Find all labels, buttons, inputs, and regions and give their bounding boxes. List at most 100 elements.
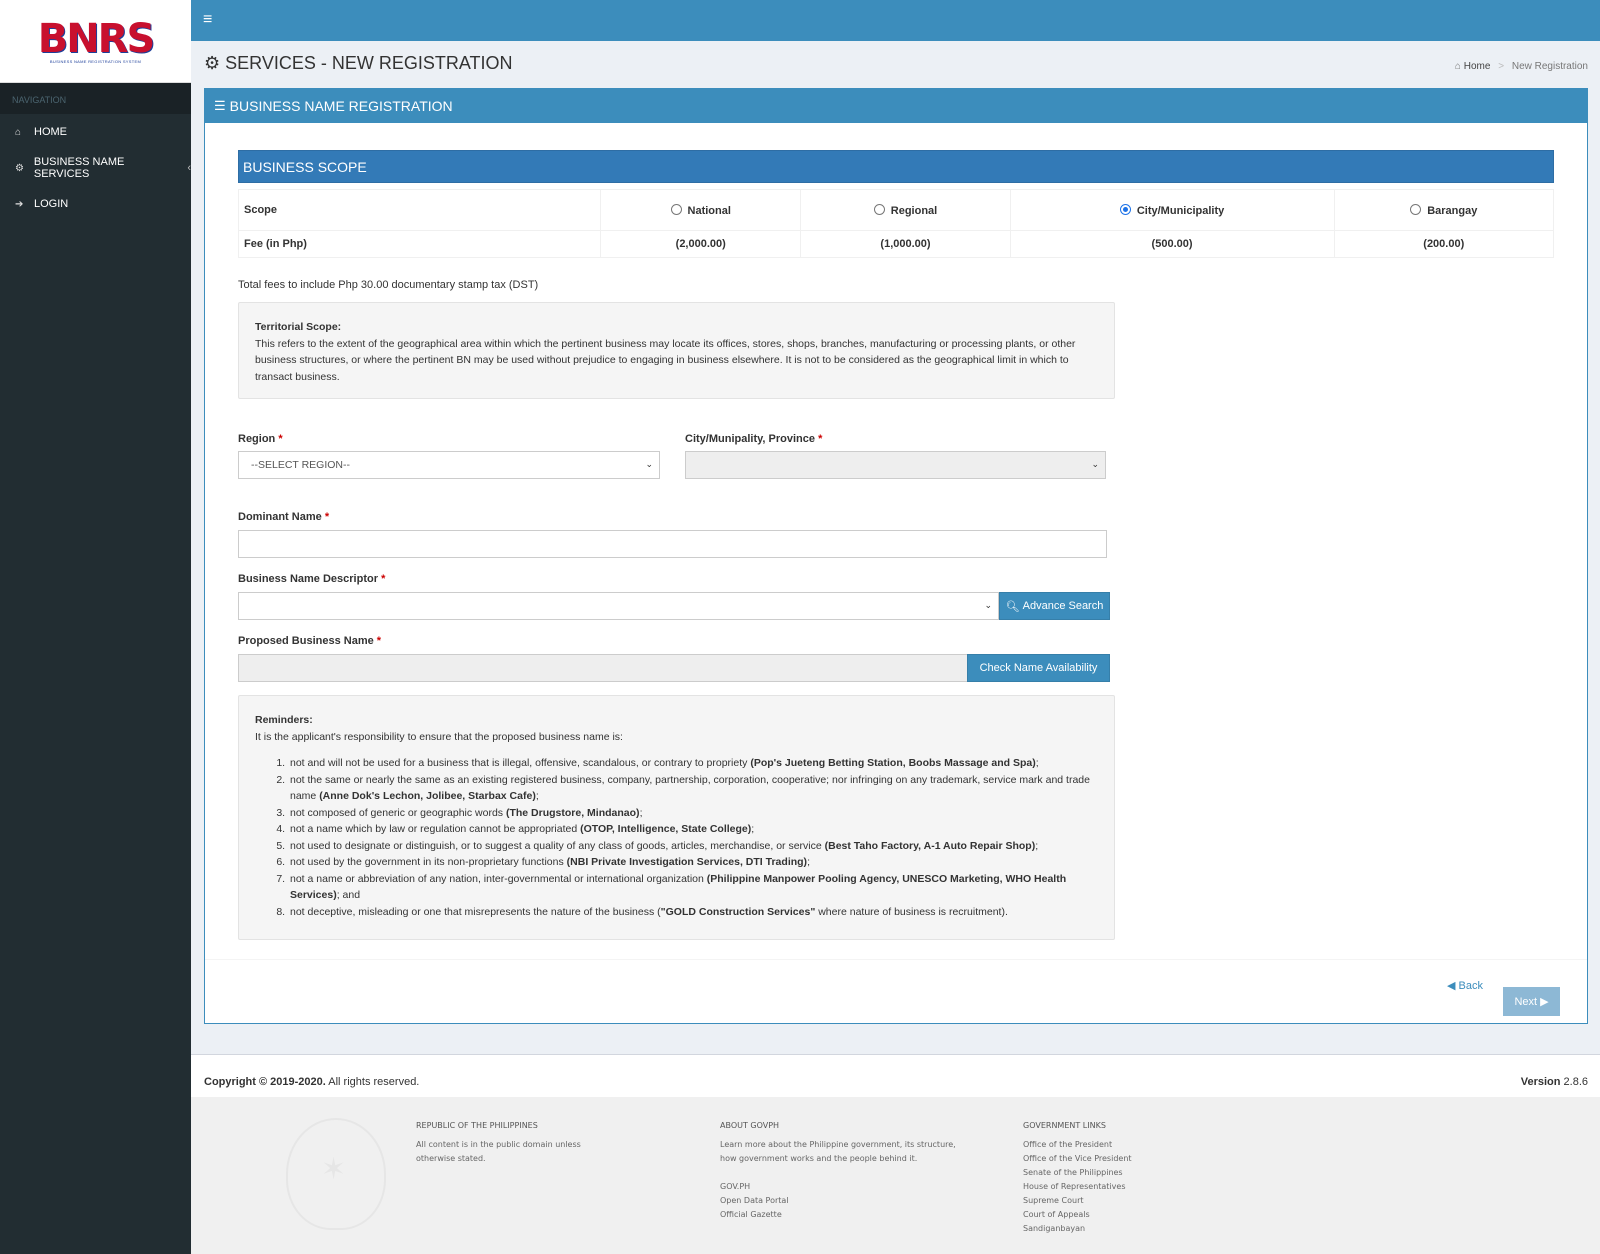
footer-link[interactable]: Office of the President: [1023, 1138, 1223, 1152]
chevron-down-icon: ⌄: [645, 459, 653, 469]
scope-option-city[interactable]: City/Municipality: [1009, 189, 1335, 231]
region-select-value: --SELECT REGION--: [251, 459, 350, 471]
radio-barangay[interactable]: [1410, 203, 1422, 215]
sidebar-item-home[interactable]: ⌂ HOME: [0, 114, 191, 150]
scope-option-label: Regional: [890, 204, 938, 217]
footer-col-title: REPUBLIC OF THE PHILIPPINES: [416, 1121, 538, 1130]
footer-link[interactable]: Sandiganbayan: [1023, 1222, 1223, 1236]
version-text: Version 2.8.6: [1520, 1076, 1588, 1088]
descriptor-label: Business Name Descriptor *: [238, 573, 386, 585]
list-item: not a name which by law or regulation ca…: [288, 821, 1098, 838]
sidebar-item-label: LOGIN: [34, 198, 69, 210]
footer-link[interactable]: GOV.PH: [720, 1180, 960, 1194]
scope-option-regional[interactable]: Regional: [800, 189, 1011, 231]
footer-link[interactable]: Office of the Vice President: [1023, 1152, 1223, 1166]
breadcrumb-home-link[interactable]: Home: [1464, 61, 1491, 72]
scope-option-label: City/Municipality: [1136, 204, 1225, 217]
nav-header: NAVIGATION: [0, 83, 191, 114]
gears-icon: ⚙: [204, 53, 221, 73]
footer-col-text: Learn more about the Philippine governme…: [720, 1140, 956, 1163]
territorial-scope-well: Territorial Scope: This refers to the ex…: [238, 302, 1115, 399]
logo[interactable]: BNRS BUSINESS NAME REGISTRATION SYSTEM: [0, 0, 191, 83]
breadcrumb-separator: >: [1498, 61, 1505, 72]
reminders-intro: It is the applicant's responsibility to …: [255, 730, 623, 743]
radio-national[interactable]: [670, 203, 682, 215]
footer-link[interactable]: House of Representatives: [1023, 1180, 1223, 1194]
breadcrumb-current: New Registration: [1511, 61, 1588, 72]
list-item: not a name or abbreviation of any nation…: [288, 871, 1098, 904]
list-item: not and will not be used for a business …: [288, 755, 1098, 772]
registration-box: ☰ BUSINESS NAME REGISTRATION BUSINESS SC…: [204, 88, 1588, 1024]
territorial-text: This refers to the extent of the geograp…: [255, 337, 1076, 383]
box-footer-divider: [205, 959, 1587, 960]
hamburger-menu-icon[interactable]: ≡: [203, 12, 212, 28]
page-title-text: SERVICES - NEW REGISTRATION: [225, 53, 513, 73]
dominant-name-label: Dominant Name *: [238, 511, 330, 523]
footer-link[interactable]: Senate of the Philippines: [1023, 1166, 1223, 1180]
proposed-name-label: Proposed Business Name *: [238, 635, 382, 647]
philippine-seal-icon: [286, 1118, 386, 1230]
reminders-list: not and will not be used for a business …: [288, 755, 1098, 920]
advance-search-button[interactable]: 🔍︎ Advance Search: [999, 592, 1110, 620]
footer-col-republic: REPUBLIC OF THE PHILIPPINES All content …: [416, 1119, 596, 1166]
scope-table: Scope National Regional City/Municipalit…: [238, 189, 1555, 258]
sign-in-icon: ➔: [15, 198, 24, 210]
reminders-well: Reminders: It is the applicant's respons…: [238, 695, 1115, 940]
sidebar: BNRS BUSINESS NAME REGISTRATION SYSTEM N…: [0, 0, 191, 1254]
list-item: not composed of generic or geographic wo…: [288, 805, 1098, 822]
home-icon: ⌂: [15, 126, 22, 138]
chevron-left-icon: ‹: [187, 162, 191, 174]
list-item: not the same or nearly the same as an ex…: [288, 772, 1098, 805]
gears-icon: ⚙: [15, 162, 24, 174]
region-label: Region *: [238, 433, 283, 445]
radio-city-municipality[interactable]: [1119, 203, 1131, 215]
back-label: Back: [1458, 980, 1483, 992]
top-navbar: ≡: [191, 0, 1600, 41]
dominant-name-input[interactable]: [238, 530, 1107, 558]
arrow-circle-left-icon: ◀: [1447, 980, 1456, 992]
scope-option-national[interactable]: National: [599, 189, 802, 231]
territorial-title: Territorial Scope:: [255, 321, 342, 333]
next-button[interactable]: Next ▶: [1503, 987, 1560, 1016]
chevron-down-icon: ⌄: [984, 600, 992, 610]
footer-link[interactable]: Open Data Portal: [720, 1194, 960, 1208]
list-icon: ☰: [214, 98, 226, 113]
govph-footer: REPUBLIC OF THE PHILIPPINES All content …: [191, 1097, 1600, 1254]
descriptor-select[interactable]: ⌄: [238, 592, 999, 620]
check-name-availability-button[interactable]: Check Name Availability: [967, 654, 1110, 682]
search-icon: 🔍︎: [1005, 600, 1020, 613]
footer-col-title: GOVERNMENT LINKS: [1023, 1121, 1106, 1130]
chevron-down-icon: ⌄: [1091, 459, 1099, 469]
reminders-title: Reminders:: [255, 714, 313, 726]
sidebar-item-label: BUSINESS NAME SERVICES: [33, 156, 125, 180]
back-button[interactable]: ◀ Back: [1447, 979, 1483, 992]
footer-link[interactable]: Official Gazette: [720, 1208, 960, 1222]
city-select[interactable]: ⌄: [685, 451, 1106, 479]
footer-link[interactable]: Court of Appeals: [1023, 1208, 1223, 1222]
region-select[interactable]: --SELECT REGION-- ⌄: [238, 451, 660, 479]
scope-row-label: Scope: [238, 189, 601, 231]
box-header: ☰ BUSINESS NAME REGISTRATION: [205, 89, 1587, 123]
city-label: City/Munipality, Province *: [685, 433, 823, 445]
list-item: not used to designate or distinguish, or…: [288, 838, 1098, 855]
sidebar-item-business-name-services[interactable]: ⚙ BUSINESS NAME SERVICES ‹: [0, 150, 191, 186]
list-item: not used by the government in its non-pr…: [288, 854, 1098, 871]
dst-note: Total fees to include Php 30.00 document…: [238, 279, 539, 291]
footer-link[interactable]: Supreme Court: [1023, 1194, 1223, 1208]
radio-regional[interactable]: [873, 203, 885, 215]
scope-option-barangay[interactable]: Barangay: [1333, 189, 1555, 231]
sidebar-item-label: HOME: [34, 126, 67, 138]
copyright-text: Copyright © 2019-2020. All rights reserv…: [204, 1076, 420, 1088]
business-scope-header: BUSINESS SCOPE: [238, 150, 1554, 183]
sidebar-item-login[interactable]: ➔ LOGIN: [0, 186, 191, 222]
next-label: Next: [1514, 995, 1538, 1008]
advance-search-label: Advance Search: [1022, 600, 1104, 612]
proposed-name-input[interactable]: [238, 654, 968, 682]
page-title: ⚙ SERVICES - NEW REGISTRATION: [204, 53, 513, 74]
fee-city: (500.00): [1009, 230, 1335, 258]
fee-barangay: (200.00): [1333, 230, 1555, 258]
copyright-bar: Copyright © 2019-2020. All rights reserv…: [191, 1054, 1600, 1097]
arrow-circle-right-icon: ▶: [1540, 996, 1549, 1008]
fee-row-label: Fee (in Php): [238, 230, 601, 258]
footer-col-about: ABOUT GOVPH Learn more about the Philipp…: [720, 1119, 960, 1222]
